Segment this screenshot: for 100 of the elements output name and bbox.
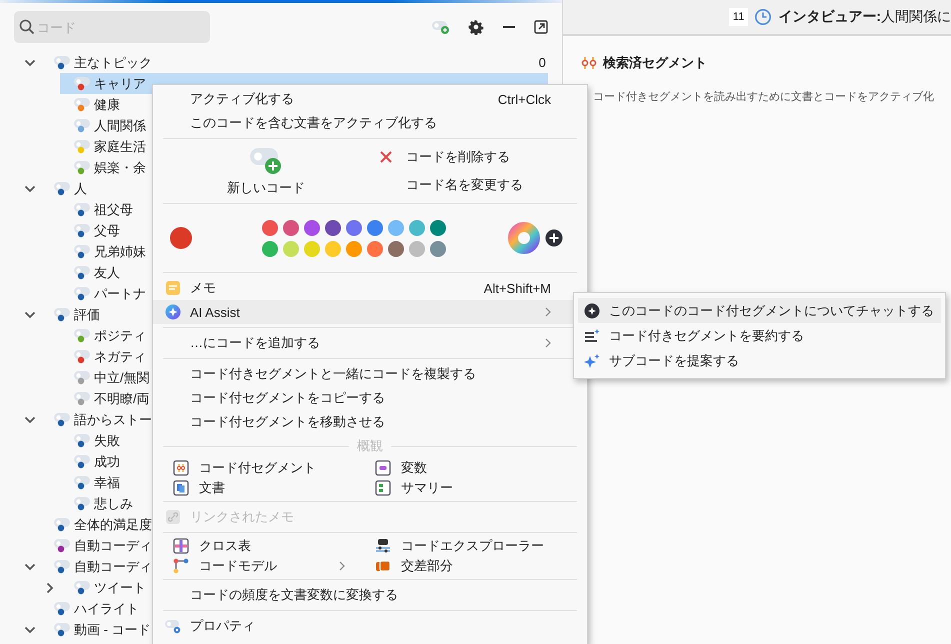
menu-item[interactable]: コード付セグメントをコピーする bbox=[153, 386, 587, 410]
color-swatch[interactable] bbox=[283, 240, 299, 256]
tree-item-label[interactable]: パートナ bbox=[93, 284, 146, 302]
color-swatch[interactable] bbox=[283, 220, 299, 236]
menu-item[interactable]: サマリー bbox=[375, 478, 577, 498]
delete-icon bbox=[379, 150, 393, 164]
chevron-down-icon[interactable] bbox=[24, 562, 36, 570]
tree-item-label[interactable]: 主なトピック bbox=[73, 54, 152, 72]
menu-item[interactable]: サブコードを提案する bbox=[578, 348, 941, 373]
color-swatch[interactable] bbox=[346, 240, 362, 256]
chevron-down-icon[interactable] bbox=[24, 58, 36, 66]
menu-item[interactable]: コード付セグメントを移動させる bbox=[153, 410, 587, 434]
menu-item[interactable]: 交差部分 bbox=[375, 556, 577, 576]
menu-item[interactable]: コード付セグメント bbox=[173, 458, 375, 478]
color-swatch[interactable] bbox=[409, 220, 425, 236]
tree-item-label[interactable]: 悲しみ bbox=[93, 494, 133, 512]
color-swatch[interactable] bbox=[367, 240, 383, 256]
memo-icon bbox=[165, 280, 181, 296]
link-icon bbox=[165, 509, 181, 525]
color-swatch[interactable] bbox=[388, 240, 404, 256]
documents-icon bbox=[173, 480, 189, 496]
color-swatch[interactable] bbox=[304, 220, 320, 236]
tree-item-label[interactable]: 父母 bbox=[93, 222, 120, 240]
sliders-icon bbox=[375, 538, 391, 554]
menu-item[interactable]: コードの頻度を文書変数に変換する bbox=[153, 583, 587, 607]
tree-item-label[interactable]: 幸福 bbox=[93, 474, 120, 492]
menu-item[interactable]: このコードのコード付セグメントについてチャットする bbox=[578, 298, 941, 323]
color-swatch[interactable] bbox=[262, 220, 278, 236]
document-text: インタビュアー:人間関係に bbox=[778, 8, 951, 26]
menu-item[interactable]: コード名を変更する bbox=[379, 175, 523, 195]
menu-item[interactable]: メモ Alt+Shift+M bbox=[153, 276, 587, 300]
line-number: 11 bbox=[728, 8, 748, 26]
menu-item[interactable]: コードモデル bbox=[173, 556, 375, 576]
undock-icon[interactable] bbox=[534, 20, 548, 34]
color-swatch[interactable] bbox=[262, 240, 278, 256]
tree-item-label[interactable]: 自動コーディ bbox=[73, 558, 152, 576]
new-code-icon[interactable] bbox=[432, 20, 450, 34]
search-field[interactable]: コード bbox=[14, 11, 210, 43]
tree-item-label[interactable]: ハイライト bbox=[73, 600, 139, 618]
summary-list-icon bbox=[584, 328, 600, 344]
code-count: 0 bbox=[538, 55, 546, 70]
tree-item-label[interactable]: 不明瞭/両 bbox=[93, 390, 150, 408]
color-swatch[interactable] bbox=[430, 240, 446, 256]
tree-item-label[interactable]: 祖父母 bbox=[93, 200, 133, 218]
chevron-down-icon[interactable] bbox=[24, 184, 36, 192]
tree-item-label[interactable]: 語からストー bbox=[73, 410, 152, 428]
search-icon bbox=[19, 19, 35, 35]
color-swatch[interactable] bbox=[430, 220, 446, 236]
tree-item-label[interactable]: 全体的満足度 bbox=[73, 516, 152, 534]
tree-item-label[interactable]: 中立/無関 bbox=[93, 368, 150, 386]
segments-icon bbox=[173, 460, 189, 476]
chevron-down-icon[interactable] bbox=[24, 310, 36, 318]
tree-item-label[interactable]: ネガティ bbox=[93, 348, 146, 366]
color-swatch[interactable] bbox=[325, 240, 341, 256]
tree-item-label[interactable]: ツイート bbox=[93, 578, 146, 596]
tree-item-label[interactable]: 人 bbox=[73, 180, 87, 198]
tree-item-label[interactable]: 人間関係 bbox=[93, 116, 146, 134]
overlap-icon bbox=[375, 558, 391, 574]
tree-item-label[interactable]: キャリア bbox=[93, 74, 146, 92]
tree-item-label[interactable]: 成功 bbox=[93, 452, 120, 470]
sparkle-icon bbox=[584, 352, 600, 368]
tree-item-label[interactable]: 娯楽・余 bbox=[93, 158, 146, 176]
color-wheel-icon[interactable] bbox=[508, 222, 540, 254]
color-swatch[interactable] bbox=[409, 240, 425, 256]
menu-item[interactable]: コードを削除する bbox=[379, 147, 523, 167]
tree-item-label[interactable]: 動画 - コード bbox=[73, 620, 151, 638]
menu-item[interactable]: コード付きセグメントを要約する bbox=[578, 323, 941, 348]
new-code-button[interactable]: 新しいコード bbox=[153, 142, 379, 200]
chevron-down-icon[interactable] bbox=[24, 626, 36, 634]
summary-icon bbox=[375, 480, 391, 496]
menu-item[interactable]: 変数 bbox=[375, 458, 577, 478]
menu-item[interactable]: 文書 bbox=[173, 478, 375, 498]
tree-item-label[interactable]: 家庭生活 bbox=[93, 138, 146, 156]
color-swatch[interactable] bbox=[346, 220, 362, 236]
add-icon[interactable] bbox=[545, 229, 563, 247]
menu-item[interactable]: クロス表 bbox=[173, 536, 375, 556]
settings-icon[interactable] bbox=[468, 19, 484, 35]
color-swatch[interactable] bbox=[325, 220, 341, 236]
tree-item-label[interactable]: 兄弟姉妹 bbox=[93, 242, 146, 260]
color-swatch[interactable] bbox=[367, 220, 383, 236]
color-swatch[interactable] bbox=[304, 240, 320, 256]
menu-item[interactable]: このコードを含む文書をアクティブ化する bbox=[153, 111, 587, 135]
tree-item-label[interactable]: 自動コーディ bbox=[73, 536, 152, 554]
section-label: 概観 bbox=[357, 437, 383, 455]
tree-item-label[interactable]: 失敗 bbox=[93, 432, 120, 450]
tree-item-label[interactable]: ポジティ bbox=[93, 326, 146, 344]
new-code-icon bbox=[249, 147, 283, 175]
tree-item-label[interactable]: 友人 bbox=[93, 264, 120, 282]
info-message: コード付きセグメントを読み出すために文書とコードをアクティブ化 bbox=[592, 90, 935, 104]
variables-icon bbox=[375, 460, 391, 476]
segments-icon bbox=[580, 55, 597, 71]
chevron-right-icon[interactable] bbox=[46, 582, 54, 594]
clock-icon bbox=[754, 8, 772, 26]
color-swatch[interactable] bbox=[388, 220, 404, 236]
chevron-down-icon[interactable] bbox=[24, 416, 36, 424]
menu-item[interactable]: プロパティ bbox=[153, 614, 587, 638]
code-settings-icon bbox=[165, 618, 181, 634]
tree-item-label[interactable]: 健康 bbox=[93, 96, 120, 114]
tree-item-label[interactable]: 評価 bbox=[73, 306, 100, 324]
menu-item[interactable]: コードエクスプローラー bbox=[375, 536, 577, 556]
